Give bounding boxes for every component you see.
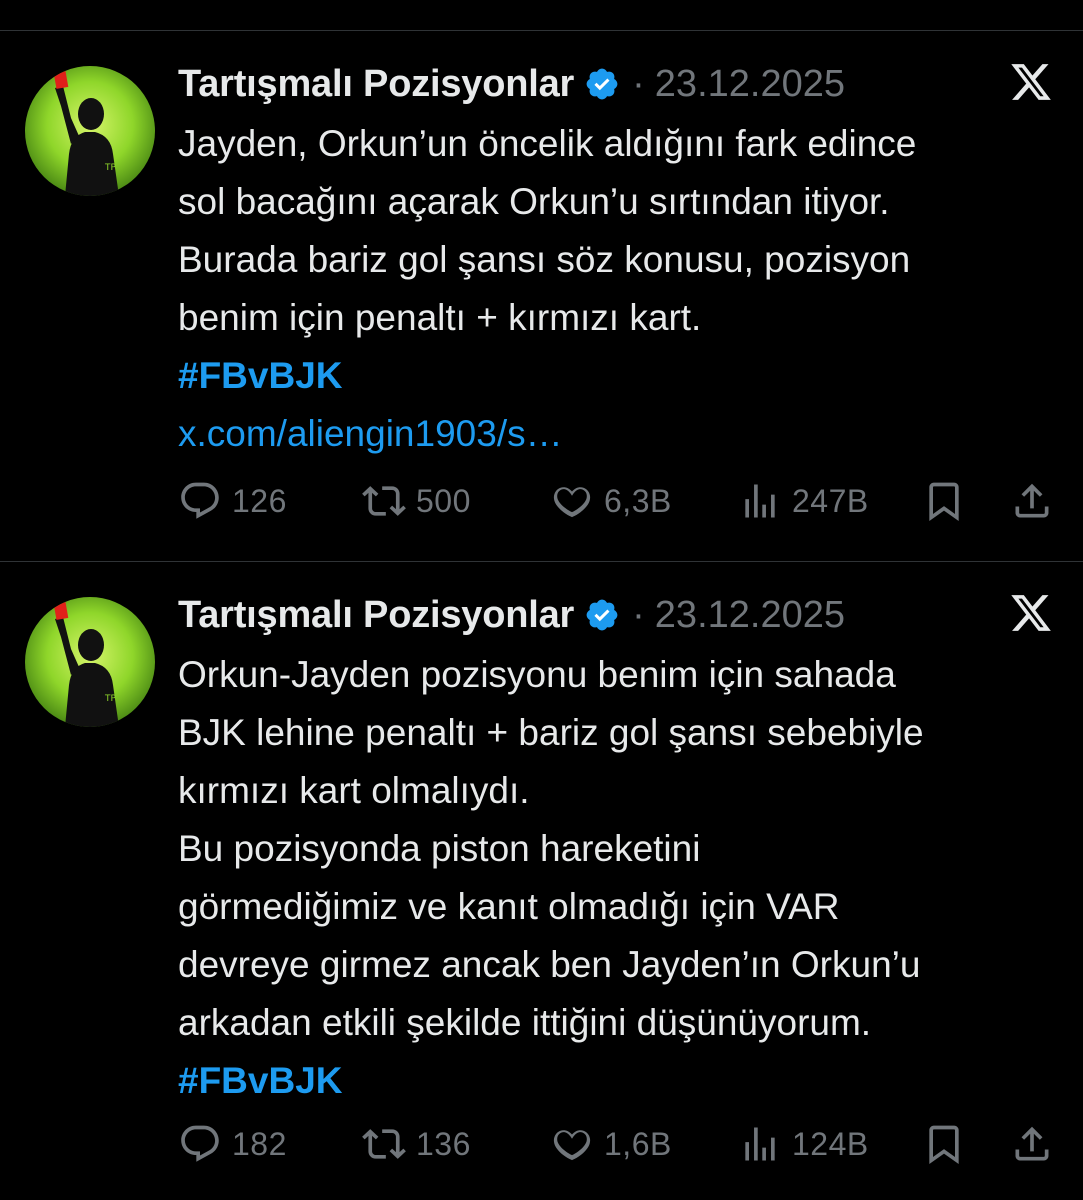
avatar[interactable]: TP (25, 66, 155, 196)
tweet-line: Jayden, Orkun’un öncelik aldığını fark e… (178, 123, 917, 164)
bookmark-icon (929, 482, 959, 522)
tweet-line: benim için penaltı + kırmızı kart. (178, 297, 702, 338)
tweet-text: Orkun-Jayden pozisyonu benim için sahada… (178, 646, 1058, 1110)
repost-count: 136 (416, 1125, 471, 1162)
svg-text:TP: TP (104, 163, 116, 173)
top-divider (0, 30, 1083, 31)
reply-count: 182 (232, 1125, 287, 1162)
action-bar: 182 136 1,6B 124B (0, 1119, 1083, 1169)
tweet-date[interactable]: 23.12.2025 (655, 594, 845, 637)
x-logo-icon (1009, 60, 1053, 104)
like-button[interactable]: 6,3B (550, 476, 672, 526)
repost-button[interactable]: 500 (362, 476, 471, 526)
heart-icon (553, 487, 591, 518)
bookmark-button[interactable] (922, 476, 966, 526)
tweet-line: sol bacağını açarak Orkun’u sırtından it… (178, 181, 890, 222)
tweet-line: Orkun-Jayden pozisyonu benim için sahada (178, 654, 896, 695)
views-button[interactable]: 124B (738, 1119, 869, 1169)
reply-button[interactable]: 126 (178, 476, 287, 526)
tweet-line: devreye girmez ancak ben Jayden’ın Orkun… (178, 944, 921, 985)
tweet-date[interactable]: 23.12.2025 (655, 63, 845, 106)
tweet-header: Tartışmalı Pozisyonlar · 23.12.2025 (178, 585, 845, 645)
repost-button[interactable]: 136 (362, 1119, 471, 1169)
tweet-line: Bu pozisyonda piston hareketini (178, 828, 701, 869)
separator-dot: · (632, 593, 645, 636)
svg-text:TP: TP (104, 694, 116, 704)
separator-dot: · (632, 62, 645, 105)
bookmark-button[interactable] (922, 1119, 966, 1169)
views-count: 124B (792, 1125, 869, 1162)
tweet-header: Tartışmalı Pozisyonlar · 23.12.2025 (178, 54, 845, 114)
views-icon (745, 484, 775, 518)
x-logo-icon (1009, 591, 1053, 635)
repost-icon (362, 486, 406, 516)
share-button[interactable] (1010, 1119, 1054, 1169)
share-icon (1015, 1126, 1049, 1161)
tweet-text: Jayden, Orkun’un öncelik aldığını fark e… (178, 115, 1058, 463)
tweet-line: arkadan etkili şekilde ittiğini düşünüyo… (178, 1002, 872, 1043)
hashtag-link[interactable]: #FBvBJK (178, 1060, 343, 1101)
views-button[interactable]: 247B (738, 476, 869, 526)
tweet-line: kırmızı kart olmalıydı. (178, 770, 530, 811)
verified-badge-icon (584, 66, 620, 102)
tweet-line: Burada bariz gol şansı söz konusu, pozis… (178, 239, 911, 280)
like-count: 6,3B (604, 482, 672, 519)
tweet-divider (0, 561, 1083, 562)
heart-icon (553, 1130, 591, 1161)
like-button[interactable]: 1,6B (550, 1119, 672, 1169)
avatar[interactable]: TP (25, 597, 155, 727)
verified-badge-icon (584, 597, 620, 633)
share-icon (1015, 483, 1049, 518)
bookmark-icon (929, 1125, 959, 1165)
views-count: 247B (792, 482, 869, 519)
repost-count: 500 (416, 482, 471, 519)
share-button[interactable] (1010, 476, 1054, 526)
reply-icon (181, 1125, 219, 1162)
action-bar: 126 500 6,3B 247B (0, 476, 1083, 526)
repost-icon (362, 1129, 406, 1159)
url-link[interactable]: x.com/aliengin1903/s… (178, 413, 563, 454)
reply-count: 126 (232, 482, 287, 519)
views-icon (745, 1127, 775, 1161)
tweet-line: BJK lehine penaltı + bariz gol şansı seb… (178, 712, 924, 753)
hashtag-link[interactable]: #FBvBJK (178, 355, 343, 396)
tweet-line: görmediğimiz ve kanıt olmadığı için VAR (178, 886, 840, 927)
reply-icon (181, 482, 219, 519)
author-name[interactable]: Tartışmalı Pozisyonlar (178, 594, 574, 637)
reply-button[interactable]: 182 (178, 1119, 287, 1169)
author-name[interactable]: Tartışmalı Pozisyonlar (178, 63, 574, 106)
like-count: 1,6B (604, 1125, 672, 1162)
